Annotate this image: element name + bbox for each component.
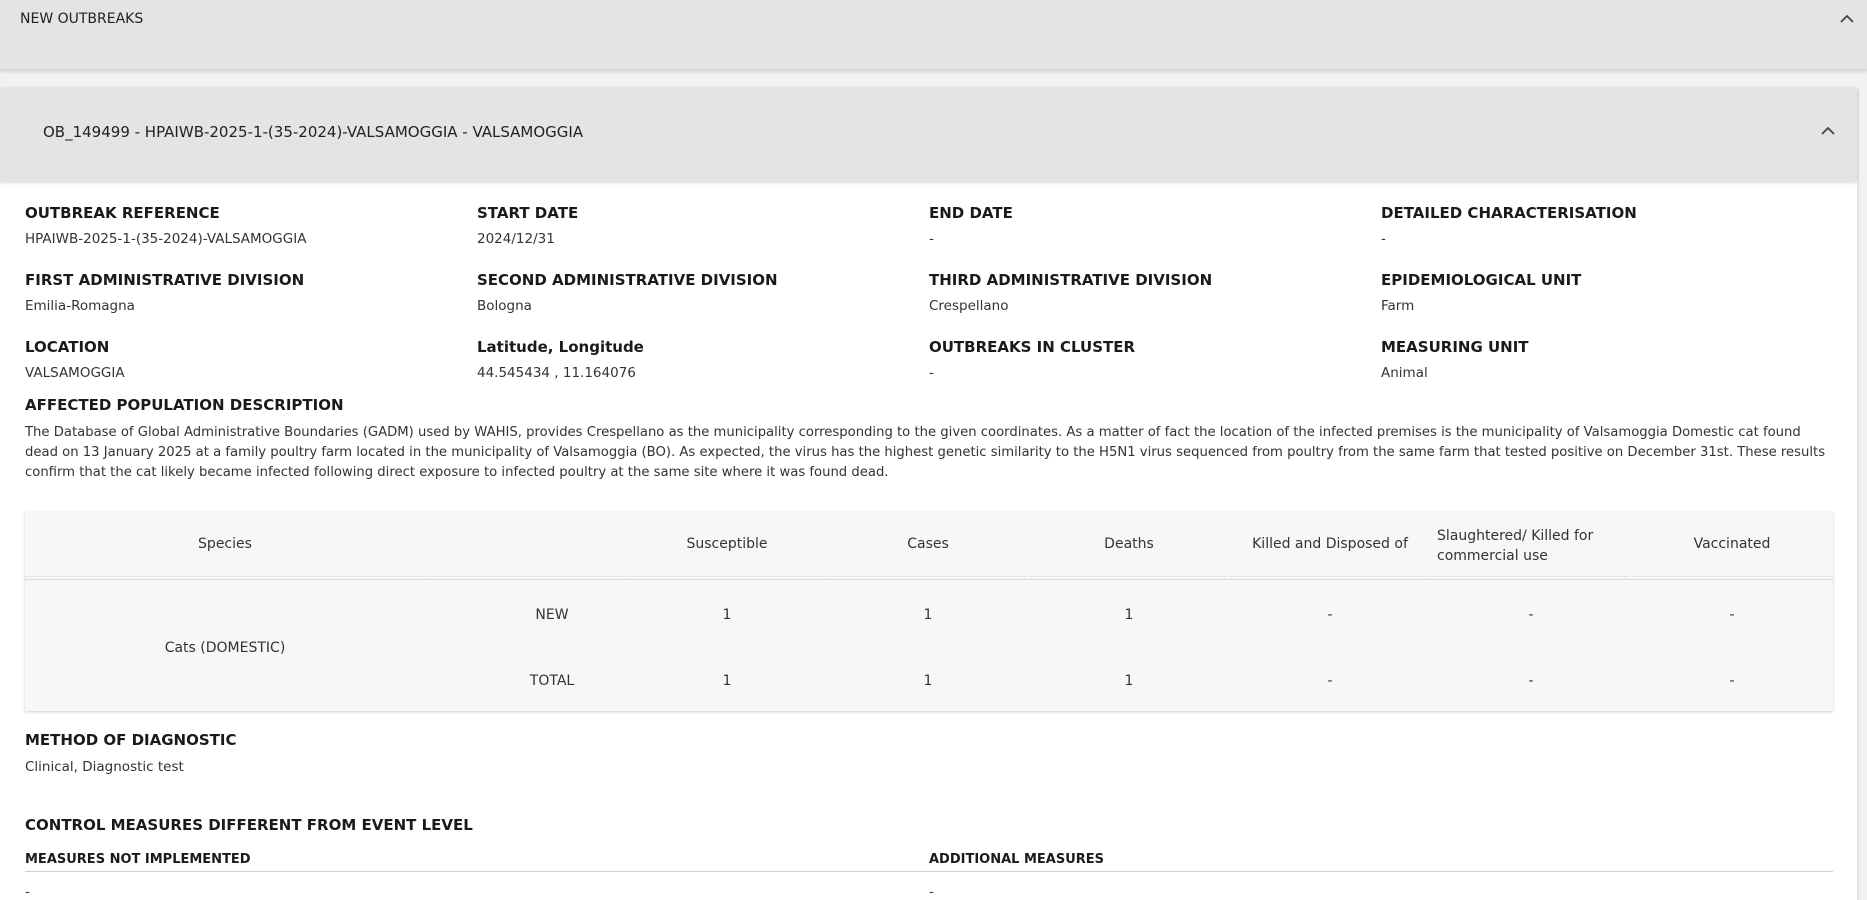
cell-cases: 1 [923, 673, 933, 689]
cell-vaccinated: - [1729, 607, 1735, 623]
header-divider [828, 576, 1026, 577]
header-divider [1632, 576, 1832, 577]
field-label: THIRD ADMINISTRATIVE DIVISION [929, 271, 1213, 289]
field-label: MEASURING UNIT [1381, 338, 1529, 356]
field-label: LOCATION [25, 338, 110, 356]
cell-vaccinated: - [1729, 673, 1735, 689]
second-admin-field: SECOND ADMINISTRATIVE DIVISION Bologna [477, 271, 917, 314]
field-label: OUTBREAKS IN CLUSTER [929, 338, 1136, 356]
field-value: Emilia-Romagna [25, 298, 135, 314]
diagnostic-value: Clinical, Diagnostic test [25, 759, 184, 775]
species-name: Cats (DOMESTIC) [164, 640, 286, 656]
measures-not-implemented-value: - [25, 884, 30, 900]
row-type-new: NEW [535, 607, 569, 623]
field-label: END DATE [929, 204, 1013, 222]
row-type-total: TOTAL [529, 673, 575, 689]
cell-cases: 1 [923, 607, 933, 623]
species-table: Species Susceptible Cases Deaths Killed … [25, 512, 1833, 711]
field-label: Latitude, Longitude [477, 338, 644, 356]
outbreak-title: OB_149499 - HPAIWB-2025-1-(35-2024)-VALS… [43, 123, 584, 141]
field-value: HPAIWB-2025-1-(35-2024)-VALSAMOGGIA [25, 231, 307, 247]
outbreak-card-header[interactable]: OB_149499 - HPAIWB-2025-1-(35-2024)-VALS… [0, 88, 1857, 181]
cell-slaughtered: - [1528, 673, 1534, 689]
header-divider [1230, 576, 1428, 577]
measuring-unit-field: MEASURING UNIT Animal [1381, 338, 1821, 381]
affected-population-text: The Database of Global Administrative Bo… [25, 425, 1826, 480]
epi-unit-field: EPIDEMIOLOGICAL UNIT Farm [1381, 271, 1821, 314]
measures-divider [25, 871, 1833, 872]
field-value: - [929, 365, 934, 381]
field-label: DETAILED CHARACTERISATION [1381, 204, 1637, 222]
cell-susceptible: 1 [722, 673, 732, 689]
header-divider [427, 576, 625, 577]
end-date-field: END DATE - [929, 204, 1369, 247]
field-value: Crespellano [929, 298, 1009, 314]
header-divider [1029, 576, 1227, 577]
third-admin-field: THIRD ADMINISTRATIVE DIVISION Crespellan… [929, 271, 1369, 314]
measures-not-implemented-label: MEASURES NOT IMPLEMENTED [25, 852, 251, 867]
cell-killed: - [1327, 673, 1333, 689]
outbreak-reference-field: OUTBREAK REFERENCE HPAIWB-2025-1-(35-202… [25, 204, 465, 247]
field-value: 2024/12/31 [477, 231, 555, 247]
outbreak-card: OB_149499 - HPAIWB-2025-1-(35-2024)-VALS… [0, 88, 1857, 900]
control-measures-label: CONTROL MEASURES DIFFERENT FROM EVENT LE… [25, 816, 473, 834]
header-divider [1431, 576, 1629, 577]
new-outbreaks-title: NEW OUTBREAKS [20, 11, 144, 27]
header-slaughtered: Slaughtered/ Killed for commercial use [1437, 528, 1594, 564]
cell-deaths: 1 [1124, 673, 1134, 689]
additional-measures-label: ADDITIONAL MEASURES [929, 852, 1105, 867]
field-label: SECOND ADMINISTRATIVE DIVISION [477, 271, 778, 289]
header-divider [25, 576, 425, 577]
field-value: 44.545434 , 11.164076 [477, 365, 636, 381]
field-label: FIRST ADMINISTRATIVE DIVISION [25, 271, 305, 289]
cell-susceptible: 1 [722, 607, 732, 623]
chevron-up-icon[interactable] [1821, 126, 1835, 138]
first-admin-field: FIRST ADMINISTRATIVE DIVISION Emilia-Rom… [25, 271, 465, 314]
field-value: - [1381, 231, 1386, 247]
new-outbreaks-header[interactable]: NEW OUTBREAKS [0, 0, 1867, 70]
location-field: LOCATION VALSAMOGGIA [25, 338, 465, 381]
field-value: Animal [1381, 365, 1428, 381]
field-label: START DATE [477, 204, 579, 222]
header-cases: Cases [907, 536, 949, 552]
header-deaths: Deaths [1104, 536, 1154, 552]
lat-lon-field: Latitude, Longitude 44.545434 , 11.16407… [477, 338, 917, 381]
cell-slaughtered: - [1528, 607, 1534, 623]
detailed-characterisation-field: DETAILED CHARACTERISATION - [1381, 204, 1821, 247]
field-value: VALSAMOGGIA [25, 365, 125, 381]
chevron-up-icon[interactable] [1840, 14, 1854, 26]
header-divider [627, 576, 825, 577]
field-label: EPIDEMIOLOGICAL UNIT [1381, 271, 1582, 289]
field-value: Bologna [477, 298, 532, 314]
header-vaccinated: Vaccinated [1693, 536, 1771, 552]
field-label: OUTBREAK REFERENCE [25, 204, 220, 222]
cell-deaths: 1 [1124, 607, 1134, 623]
header-killed: Killed and Disposed of [1252, 536, 1408, 552]
start-date-field: START DATE 2024/12/31 [477, 204, 917, 247]
field-value: Farm [1381, 298, 1415, 314]
header-susceptible: Susceptible [686, 536, 768, 552]
field-value: - [929, 231, 934, 247]
header-bottom-border [25, 579, 1833, 580]
affected-population-label: AFFECTED POPULATION DESCRIPTION [25, 396, 344, 414]
diagnostic-label: METHOD OF DIAGNOSTIC [25, 731, 237, 749]
additional-measures-value: - [929, 884, 934, 900]
outbreaks-in-cluster-field: OUTBREAKS IN CLUSTER - [929, 338, 1369, 381]
header-species: Species [198, 536, 252, 552]
cell-killed: - [1327, 607, 1333, 623]
